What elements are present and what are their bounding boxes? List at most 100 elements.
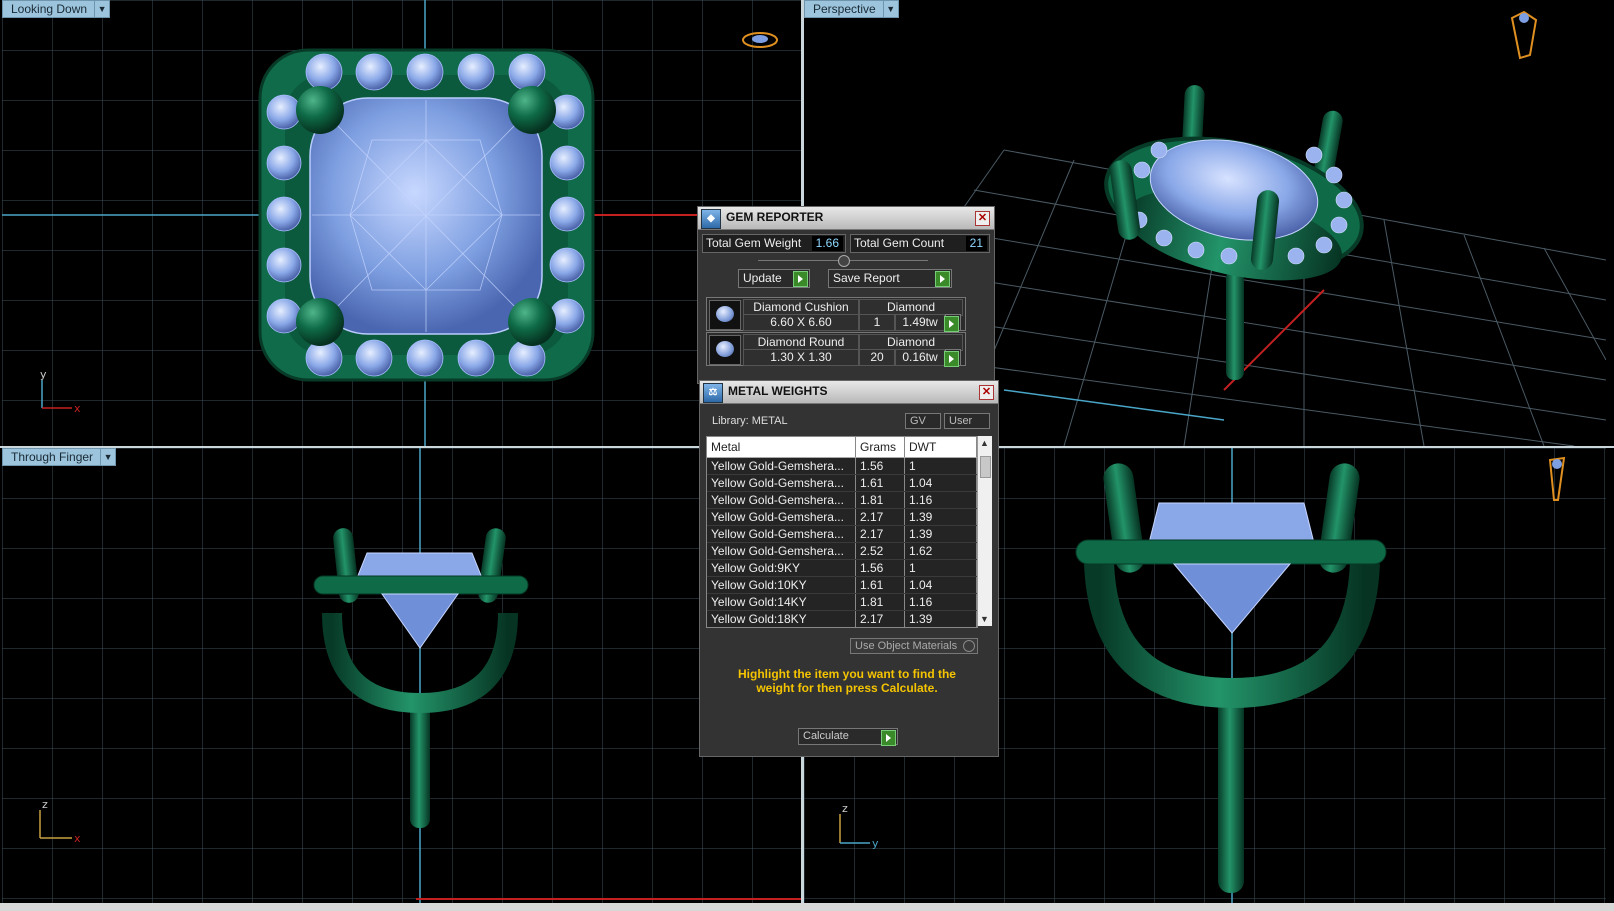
grams-cell: 2.52	[855, 542, 905, 560]
metal-name-cell: Yellow Gold-Gemshera...	[707, 474, 856, 492]
grams-cell: 1.81	[855, 491, 905, 509]
table-row[interactable]: Yellow Gold-Gemshera... 2.17 1.39	[707, 508, 977, 526]
dropdown-arrow-icon[interactable]: ▼	[882, 1, 898, 17]
calculate-button-label: Calculate	[803, 730, 849, 742]
gem-row[interactable]: Diamond Cushion Diamond 6.60 X 6.60 1 1.…	[706, 297, 966, 332]
viewport-label-through-finger[interactable]: Through Finger ▼	[2, 448, 117, 466]
gem-reporter-title: GEM REPORTER	[726, 210, 824, 224]
metal-name-cell: Yellow Gold:18KY	[707, 610, 856, 627]
viewport-label-perspective[interactable]: Perspective ▼	[804, 0, 899, 18]
gv-toggle[interactable]: GV	[905, 413, 941, 429]
user-toggle[interactable]: User	[944, 413, 990, 429]
metal-name-cell: Yellow Gold-Gemshera...	[707, 491, 856, 509]
dwt-cell: 1.39	[905, 628, 977, 629]
viewport-label-text: Perspective	[813, 2, 876, 16]
gem-count: 20	[859, 349, 895, 366]
grams-cell: 1.56	[855, 559, 905, 577]
user-toggle-label: User	[949, 415, 973, 427]
gem-count: 1	[859, 314, 895, 331]
scroll-down-icon[interactable]: ▼	[980, 614, 989, 624]
dwt-cell: 1.16	[904, 593, 977, 611]
total-gem-weight-field: Total Gem Weight 1.66	[702, 234, 846, 253]
column-header[interactable]: Grams	[855, 437, 905, 458]
total-gem-count-label: Total Gem Count	[854, 236, 945, 250]
table-row[interactable]: Yellow Gold:18KY 2.17 1.39	[707, 610, 977, 627]
save-report-button[interactable]: Save Report	[828, 269, 952, 288]
close-icon[interactable]: ✕	[979, 385, 994, 400]
svg-text:y: y	[872, 837, 879, 850]
metal-weights-titlebar[interactable]: ⚖ METAL WEIGHTS ✕	[700, 381, 998, 404]
metal-table-scrollbar[interactable]: ▲ ▼	[977, 436, 992, 626]
metal-name-cell: Yellow Gold-Gemshera...	[707, 542, 856, 560]
update-button-label: Update	[743, 271, 782, 285]
metal-name-cell: Yellow Gold:9KY	[707, 559, 856, 577]
dwt-cell: 1.62	[904, 542, 977, 560]
total-gem-count-field: Total Gem Count 21	[850, 234, 990, 253]
dropdown-arrow-icon[interactable]: ▼	[100, 449, 115, 465]
metal-weights-title: METAL WEIGHTS	[728, 384, 828, 398]
svg-text:z: z	[842, 802, 848, 815]
gem-reporter-icon: ◆	[701, 209, 721, 229]
metal-weights-panel[interactable]: ⚖ METAL WEIGHTS ✕ Library: METAL GV User…	[699, 380, 999, 757]
close-icon[interactable]: ✕	[975, 211, 990, 226]
gem-reporter-panel[interactable]: ◆ GEM REPORTER ✕ Total Gem Weight 1.66 T…	[697, 206, 995, 384]
metal-name-cell: Yellow Gold-Gemshera...	[707, 508, 856, 526]
table-row[interactable]: Yellow Gold:18KY Royal2.171.39	[707, 628, 977, 629]
viewport-looking-down[interactable]: y x Looking Down ▼	[2, 0, 801, 446]
table-row[interactable]: Yellow Gold-Gemshera... 2.17 1.39	[707, 525, 977, 543]
play-arrow-icon	[944, 351, 959, 367]
column-header[interactable]: DWT	[904, 437, 977, 458]
table-row[interactable]: Yellow Gold-Gemshera... 1.81 1.16	[707, 491, 977, 509]
table-header-row: Metal Grams DWT	[707, 437, 977, 458]
gem-detail-button[interactable]	[944, 349, 961, 367]
update-button[interactable]: Update	[738, 269, 810, 288]
grams-cell: 2.17	[856, 628, 905, 629]
play-arrow-icon	[881, 730, 896, 746]
viewport-label-looking-down[interactable]: Looking Down ▼	[2, 0, 111, 18]
dwt-cell: 1.04	[904, 576, 977, 594]
table-row[interactable]: Yellow Gold-Gemshera... 1.56 1	[707, 457, 977, 475]
svg-text:x: x	[74, 402, 81, 415]
gv-toggle-label: GV	[910, 415, 926, 427]
svg-text:x: x	[74, 832, 81, 845]
instruction-text: Highlight the item you want to find the …	[738, 667, 956, 695]
column-header[interactable]: Metal	[707, 437, 856, 458]
cushion-gem-icon	[709, 300, 741, 330]
collapse-toggle-icon[interactable]	[838, 255, 850, 267]
grams-cell: 2.17	[855, 525, 905, 543]
calculate-button[interactable]: Calculate	[798, 728, 898, 746]
total-gem-count-value: 21	[965, 236, 987, 251]
gem-weight: 0.16tw	[895, 349, 945, 366]
table-row[interactable]: Yellow Gold:14KY 1.81 1.16	[707, 593, 977, 611]
dwt-cell: 1	[904, 559, 977, 577]
use-object-materials-button[interactable]: Use Object Materials	[850, 638, 978, 654]
viewport-label-text: Looking Down	[11, 2, 88, 16]
grams-cell: 1.81	[855, 593, 905, 611]
grams-cell: 1.56	[855, 457, 905, 475]
gem-row[interactable]: Diamond Round Diamond 1.30 X 1.30 20 0.1…	[706, 332, 966, 367]
toggle-circle-icon	[963, 640, 975, 652]
dwt-cell: 1.16	[904, 491, 977, 509]
library-label: Library: METAL	[712, 415, 788, 427]
dwt-cell: 1.39	[904, 525, 977, 543]
table-row[interactable]: Yellow Gold-Gemshera... 2.52 1.62	[707, 542, 977, 560]
viewport-through-finger[interactable]: z x Through Finger ▼	[2, 448, 801, 903]
scroll-thumb[interactable]	[980, 456, 991, 478]
table-row[interactable]: Yellow Gold-Gemshera... 1.61 1.04	[707, 474, 977, 492]
metal-name-cell: Yellow Gold:18KY Royal	[707, 628, 856, 629]
metal-name-cell: Yellow Gold:14KY	[707, 593, 856, 611]
use-object-materials-label: Use Object Materials	[855, 640, 958, 652]
metal-name-cell: Yellow Gold-Gemshera...	[707, 525, 856, 543]
dropdown-arrow-icon[interactable]: ▼	[94, 1, 109, 17]
metal-name-cell: Yellow Gold-Gemshera...	[707, 457, 856, 475]
metal-table-container[interactable]: Metal Grams DWT Yellow Gold-Gemshera... 1…	[706, 436, 978, 628]
gem-reporter-titlebar[interactable]: ◆ GEM REPORTER ✕	[698, 207, 994, 230]
total-gem-weight-value: 1.66	[811, 236, 843, 251]
table-row[interactable]: Yellow Gold:10KY 1.61 1.04	[707, 576, 977, 594]
table-row[interactable]: Yellow Gold:9KY 1.56 1	[707, 559, 977, 577]
gem-detail-button[interactable]	[944, 314, 961, 332]
dwt-cell: 1	[904, 457, 977, 475]
scroll-up-icon[interactable]: ▲	[980, 438, 989, 448]
dwt-cell: 1.04	[904, 474, 977, 492]
play-arrow-icon	[944, 316, 959, 332]
